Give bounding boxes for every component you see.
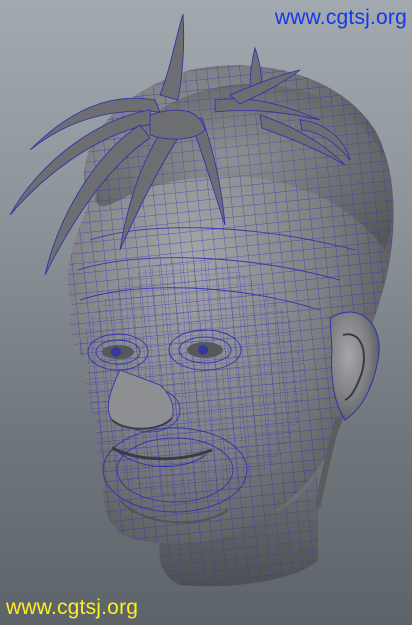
watermark-bottom: www.cgtsj.org	[6, 596, 139, 619]
render-viewport: www.cgtsj.org www.cgtsj.org	[0, 0, 412, 625]
head-model-icon	[9, 13, 394, 587]
watermark-top: www.cgtsj.org	[274, 6, 407, 29]
